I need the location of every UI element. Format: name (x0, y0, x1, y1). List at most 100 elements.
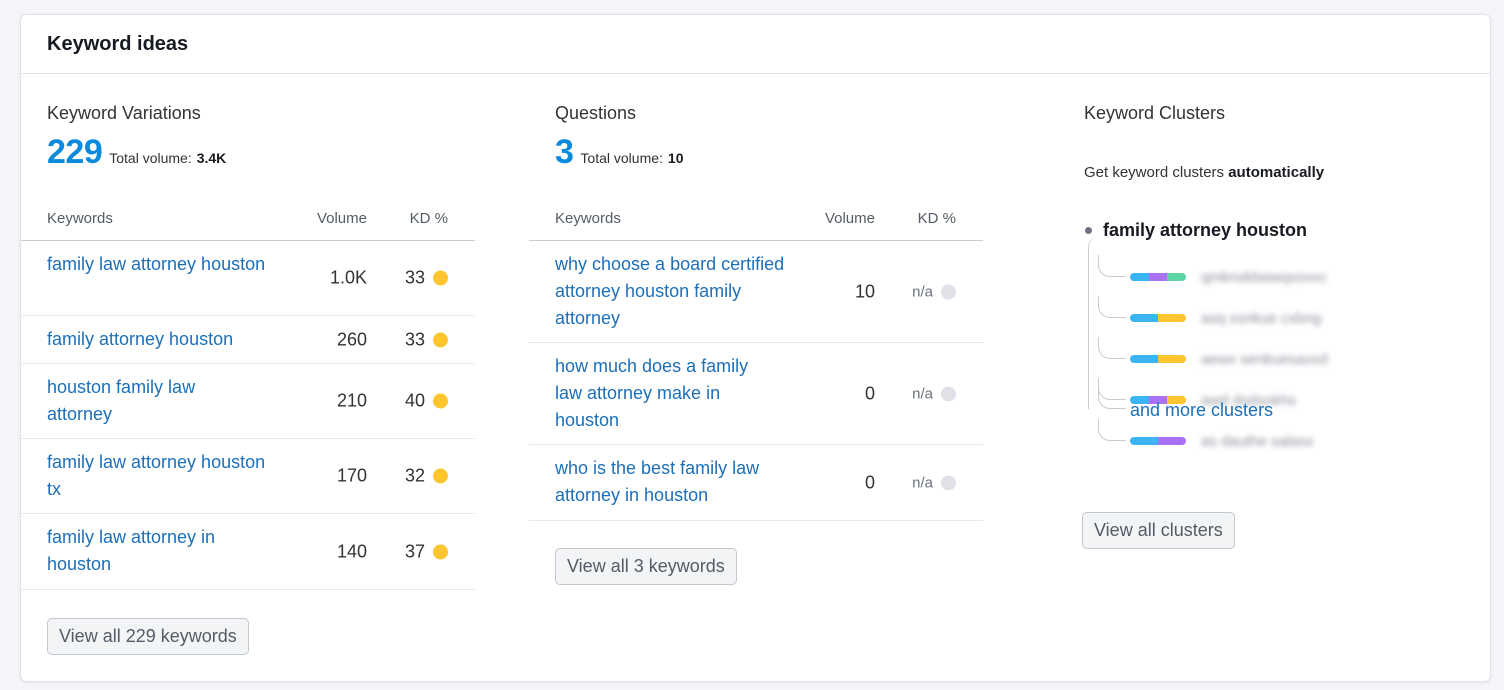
col-kd: KD % (917, 210, 956, 227)
cluster-label-blurred: qmknxklwiwqxsxxc (1201, 268, 1327, 286)
intent-segment (1130, 273, 1149, 281)
volume-value: 260 (336, 329, 367, 349)
col-volume: Volume (316, 210, 367, 227)
kd-cell: 32 (405, 466, 448, 487)
total-volume-value: 3.4K (196, 150, 227, 166)
keyword-link[interactable]: houston family law attorney (21, 374, 221, 428)
table-row: family law attorney houston tx 170 32 (21, 439, 475, 514)
kd-dot (941, 386, 956, 401)
keyword-count[interactable]: 229 (47, 133, 103, 172)
keyword-link[interactable]: family law attorney in houston (21, 524, 251, 578)
volume-value: 210 (336, 390, 367, 411)
tree-branch (1098, 255, 1126, 277)
questions-table: Keywords Volume KD % why choose a board … (529, 208, 983, 521)
kd-dot (433, 270, 448, 286)
volume-value: 1.0K (329, 267, 367, 288)
intent-segment (1167, 273, 1186, 281)
kd-dot (941, 284, 956, 299)
view-all-keywords-button[interactable]: View all 229 keywords (47, 618, 249, 655)
cluster-intent-bar (1130, 355, 1186, 363)
section-title: Questions (555, 103, 637, 123)
question-link[interactable]: why choose a board certified attorney ho… (529, 251, 794, 332)
cluster-root: family attorney houston (1103, 220, 1308, 240)
tree-branch (1098, 296, 1126, 318)
description-text: Get keyword clusters (1084, 164, 1225, 181)
table-header: Keywords Volume KD % (529, 208, 983, 241)
intent-segment (1158, 314, 1186, 322)
kd-dot (941, 475, 956, 490)
tree-root-dot (1085, 227, 1092, 234)
keyword-link[interactable]: family attorney houston (21, 326, 281, 353)
cluster-intent-bar (1130, 437, 1186, 445)
keyword-link[interactable]: family law attorney houston (21, 251, 271, 278)
col-kd: KD % (409, 210, 448, 227)
kd-value: 37 (404, 541, 425, 561)
cluster-intent-bar (1130, 314, 1186, 322)
cluster-intent-bar (1130, 273, 1186, 281)
keyword-link[interactable]: family law attorney houston tx (21, 449, 271, 503)
intent-segment (1158, 437, 1186, 445)
clusters-description: Get keyword clusters automatically (1084, 164, 1324, 181)
cluster-item: aewx senkuesaxxd (1130, 349, 1328, 369)
kd-value: 33 (404, 329, 425, 349)
cluster-label-blurred: aewx senkuesaxxd (1201, 350, 1328, 368)
view-all-clusters-button[interactable]: View all clusters (1082, 512, 1235, 549)
table-header: Keywords Volume KD % (21, 208, 475, 241)
tree-branch (1098, 337, 1126, 359)
total-volume-value: 10 (667, 150, 684, 166)
card-title: Keyword ideas (47, 33, 189, 55)
volume-value: 0 (864, 383, 875, 403)
kd-value: 32 (404, 465, 425, 486)
question-link[interactable]: how much does a family law attorney make… (529, 353, 769, 434)
kd-value: 40 (404, 390, 425, 411)
cluster-item: asq xsnkue cxbng (1130, 308, 1321, 328)
kd-cell: n/a (912, 385, 956, 402)
stat-row: 3 Total volume: 10 (555, 133, 683, 172)
table-row: houston family law attorney 210 40 (21, 364, 475, 439)
kd-dot (433, 393, 448, 409)
tree-branch (1098, 419, 1126, 441)
kd-dot (433, 544, 448, 559)
stat-row: 229 Total volume: 3.4K (47, 133, 226, 172)
col-volume: Volume (824, 210, 875, 227)
kd-value: n/a (912, 474, 933, 491)
table-row: who is the best family law attorney in h… (529, 445, 983, 521)
section-title: Keyword Variations (47, 103, 201, 123)
kd-value: n/a (912, 283, 933, 300)
kd-cell: n/a (912, 283, 956, 300)
kd-cell: 37 (405, 541, 448, 562)
question-link[interactable]: who is the best family law attorney in h… (529, 455, 794, 509)
col-keywords: Keywords (555, 210, 621, 227)
tree-branch (1098, 378, 1126, 400)
volume-value: 10 (854, 281, 875, 301)
more-clusters-link[interactable]: and more clusters (1130, 400, 1273, 421)
kd-cell: 33 (405, 268, 448, 289)
cluster-item: as dauthe salasx (1130, 431, 1314, 451)
total-volume-label: Total volume: (109, 150, 192, 166)
table-row: how much does a family law attorney make… (529, 343, 983, 445)
table-row: family law attorney houston 1.0K 33 (21, 241, 475, 316)
intent-segment (1130, 437, 1158, 445)
section-title: Keyword Clusters (1084, 103, 1226, 123)
cluster-item: qmknxklwiwqxsxxc (1130, 267, 1327, 287)
view-all-questions-button[interactable]: View all 3 keywords (555, 548, 737, 585)
col-keywords: Keywords (47, 210, 113, 227)
table-row: why choose a board certified attorney ho… (529, 241, 983, 343)
question-count[interactable]: 3 (555, 133, 574, 172)
volume-value: 0 (864, 472, 875, 492)
kd-cell: 40 (405, 391, 448, 412)
kd-dot (433, 468, 448, 484)
cluster-tree: family attorney houston qmknxklwiwqxsxxc… (1063, 205, 1483, 505)
description-bold: automatically (1228, 164, 1325, 181)
volume-value: 140 (336, 541, 367, 561)
kd-value: 33 (404, 267, 425, 288)
keywords-table: Keywords Volume KD % family law attorney… (21, 208, 475, 590)
cluster-label-blurred: as dauthe salasx (1201, 432, 1314, 450)
table-row: family attorney houston 260 33 (21, 316, 475, 364)
intent-segment (1130, 355, 1158, 363)
intent-segment (1130, 314, 1158, 322)
keyword-ideas-card: Keyword ideas Keyword Variations 229 Tot… (20, 14, 1491, 682)
total-volume-label: Total volume: (580, 150, 663, 166)
intent-segment (1158, 355, 1186, 363)
volume-value: 170 (336, 465, 367, 486)
